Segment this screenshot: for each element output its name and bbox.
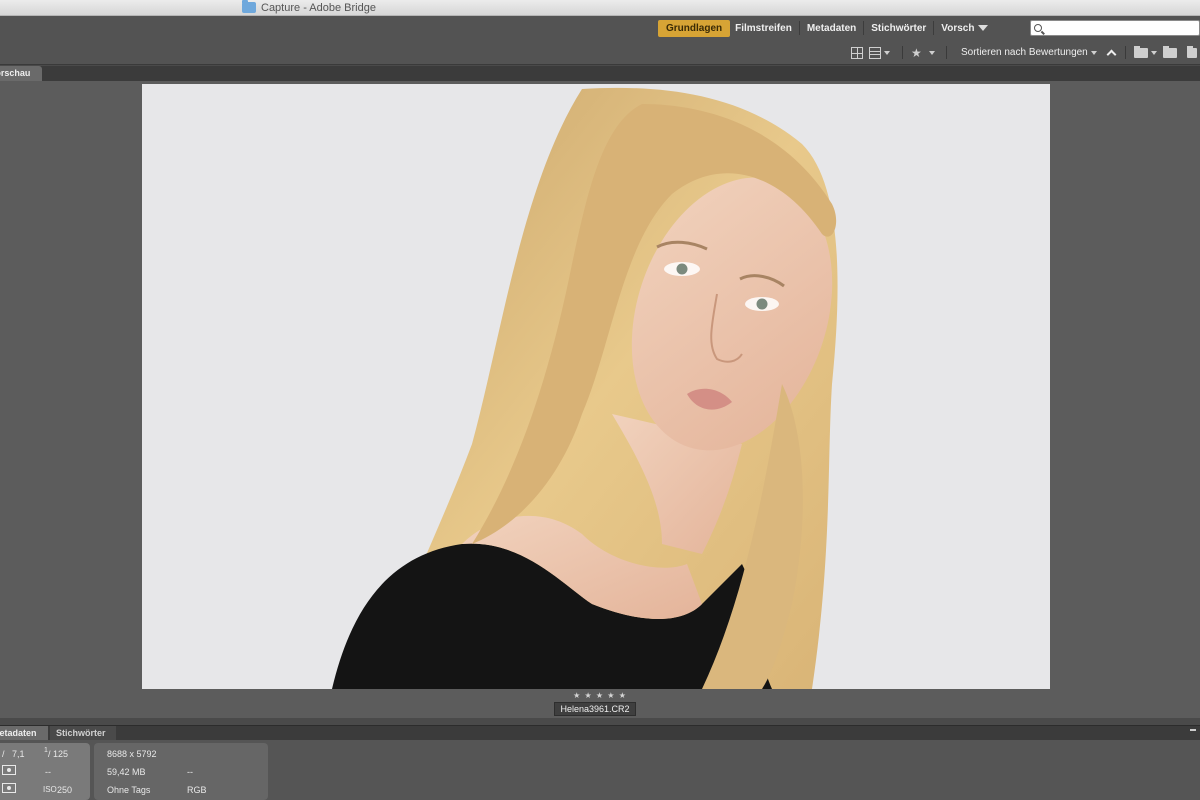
list-view-button[interactable] xyxy=(869,45,890,60)
metering-value: -- xyxy=(45,767,51,777)
workspace-filmstreifen[interactable]: Filmstreifen xyxy=(730,20,797,37)
aperture-value: 7,1 xyxy=(12,749,25,759)
color-mode: RGB xyxy=(187,785,207,795)
preview-panel: ★ ★ ★ ★ ★ Helena3961.CR2 xyxy=(0,81,1200,718)
chevron-up-icon xyxy=(1106,49,1117,60)
search-input[interactable] xyxy=(1050,22,1190,34)
iso-label: ISO xyxy=(43,785,57,794)
metering-icon xyxy=(2,765,16,775)
folder-icon xyxy=(242,0,256,13)
rating-filter-button[interactable]: ★ xyxy=(911,45,935,60)
toolbar-separator xyxy=(946,46,947,59)
workspace-vorschau[interactable]: Vorschau xyxy=(936,20,974,37)
file-data-card: 8688 x 5792 59,42 MB -- Ohne Tags RGB xyxy=(94,743,268,800)
view-toolbar: ★ Sortieren nach Bewertungen xyxy=(0,40,1200,65)
portrait-photo xyxy=(142,84,1050,689)
grid-view-button[interactable] xyxy=(851,45,863,60)
view-options-chevron-down-icon xyxy=(884,50,890,55)
toolbar-separator xyxy=(902,46,903,59)
metadata-placard: / 7,1 1 / 125 -- ISO 250 8688 x 5792 59,… xyxy=(0,740,1200,800)
rating-stars[interactable]: ★ ★ ★ ★ ★ xyxy=(0,691,1200,700)
search-icon xyxy=(1034,24,1042,32)
sort-label: Sortieren nach Bewertungen xyxy=(961,47,1088,58)
workspace-separator xyxy=(933,21,935,35)
open-recent-chevron-down-icon xyxy=(1151,50,1157,55)
camera-data-card: / 7,1 1 / 125 -- ISO 250 xyxy=(0,743,90,800)
workspace-metadaten[interactable]: Metadaten xyxy=(802,20,861,37)
image-dimensions: 8688 x 5792 xyxy=(107,749,157,759)
list-view-icon xyxy=(869,46,881,59)
preview-image[interactable] xyxy=(142,84,1050,689)
aperture-prefix: / xyxy=(2,749,5,759)
rating-filter-chevron-down-icon xyxy=(928,50,935,55)
open-recent-button[interactable] xyxy=(1134,45,1157,60)
search-field[interactable] xyxy=(1030,20,1200,36)
sort-dropdown[interactable]: Sortieren nach Bewertungen xyxy=(961,45,1097,60)
new-folder-button[interactable] xyxy=(1163,45,1177,60)
size-extra: -- xyxy=(187,767,193,777)
window-title-bar: Capture - Adobe Bridge xyxy=(0,0,1200,16)
tags-status: Ohne Tags xyxy=(107,785,151,795)
workspace-separator xyxy=(798,21,800,35)
workspace-grundlagen[interactable]: Grundlagen xyxy=(658,19,731,37)
workspace-stichwoerter[interactable]: Stichwörter xyxy=(866,20,931,37)
preview-panel-tabs: Vorschau xyxy=(0,66,1200,81)
rotate-icon xyxy=(1187,45,1197,58)
panel-menu-icon[interactable] xyxy=(1190,729,1196,731)
iso-value: 250 xyxy=(57,785,73,795)
workspace-menu-chevron-down-icon[interactable] xyxy=(978,25,989,31)
shutter-slash: / xyxy=(48,749,51,759)
tab-stichwoerter[interactable]: Stichwörter xyxy=(50,726,116,741)
window-title: Capture - Adobe Bridge xyxy=(261,1,376,14)
white-balance-icon xyxy=(2,783,16,793)
metadata-panel-tabs: Metadaten Stichwörter xyxy=(0,725,1200,741)
grid-view-icon xyxy=(851,46,863,59)
tab-vorschau[interactable]: Vorschau xyxy=(0,66,42,81)
folder-icon xyxy=(1134,45,1148,58)
workspace-vorschau-label: Vorschau xyxy=(941,22,975,34)
shutter-denominator: 125 xyxy=(53,749,69,759)
file-size: 59,42 MB xyxy=(107,767,146,777)
sort-ascending-button[interactable] xyxy=(1106,45,1117,60)
new-folder-icon xyxy=(1163,45,1177,58)
tab-metadaten[interactable]: Metadaten xyxy=(0,726,48,741)
workspace-switcher: Grundlagen Filmstreifen Metadaten Stichw… xyxy=(658,18,989,38)
sort-chevron-down-icon xyxy=(1090,50,1097,55)
toolbar-separator xyxy=(1125,46,1126,59)
star-icon: ★ xyxy=(911,45,922,60)
file-name-label[interactable]: Helena3961.CR2 xyxy=(554,702,636,716)
workspace-bar: Grundlagen Filmstreifen Metadaten Stichw… xyxy=(0,16,1200,40)
workspace-separator xyxy=(863,21,865,35)
rotate-button[interactable] xyxy=(1187,45,1197,60)
